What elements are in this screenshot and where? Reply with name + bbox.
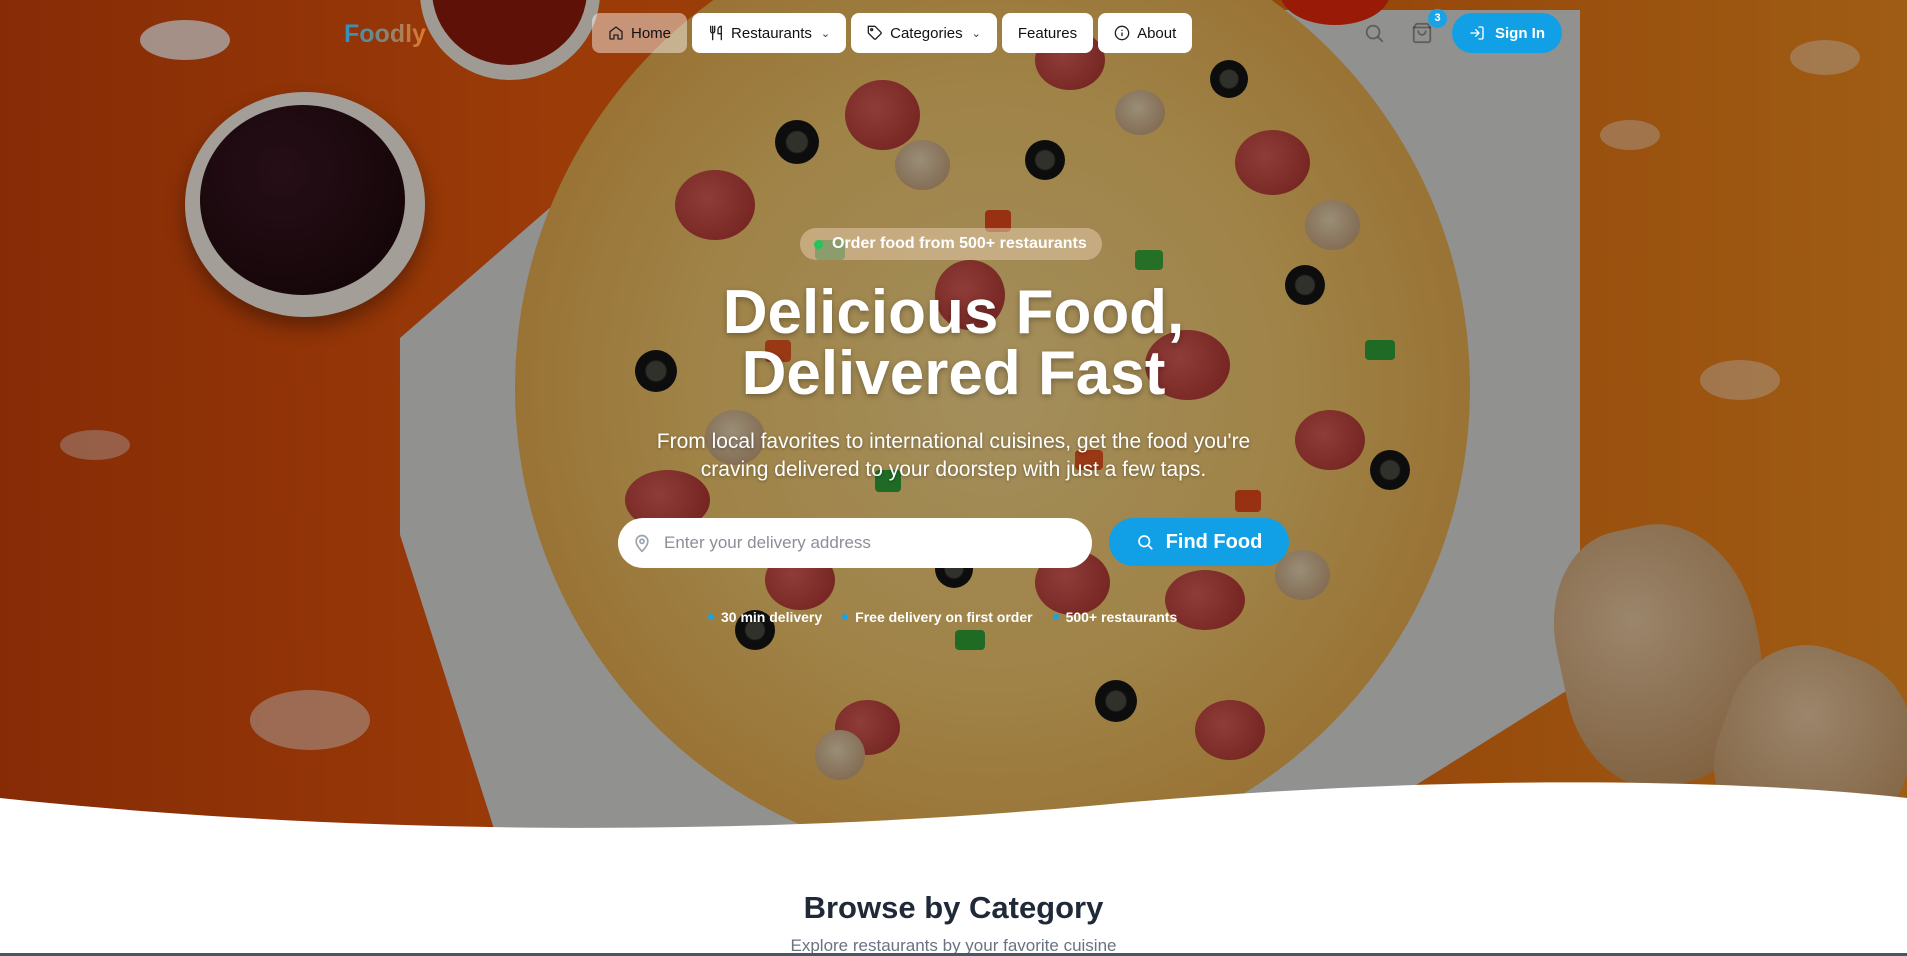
hero-subtitle: From local favorites to international cu…	[656, 430, 1251, 481]
map-pin-icon	[635, 534, 649, 553]
address-input[interactable]	[662, 532, 1066, 554]
nav-home-label: Home	[631, 24, 672, 42]
chevron-down-icon: ⌄	[971, 27, 981, 40]
search-icon	[1137, 535, 1153, 550]
nav-categories[interactable]: Categories ⌄	[851, 13, 997, 53]
bullet-dot	[1052, 614, 1059, 620]
hero-overlay	[0, 0, 1907, 830]
nav-restaurants[interactable]: Restaurants ⌄	[692, 13, 847, 53]
nav-features-label: Features	[1017, 24, 1078, 42]
feature-item: Free delivery on first order	[842, 609, 1033, 625]
feature-label: 500+ restaurants	[1065, 609, 1178, 625]
search-icon[interactable]	[1363, 22, 1385, 44]
find-food-button[interactable]: Find Food	[1109, 518, 1289, 566]
feature-label: 30 min delivery	[721, 609, 823, 625]
chevron-down-icon: ⌄	[820, 27, 831, 40]
tag-icon	[867, 25, 882, 40]
headline-line-1: Delicious Food,	[722, 278, 1185, 347]
main-nav: Home Restaurants ⌄ Categories ⌄ Features…	[592, 13, 1193, 53]
utensils-icon	[710, 25, 723, 41]
feature-label: Free delivery on first order	[855, 609, 1033, 625]
hero-wave-divider	[0, 782, 1907, 830]
hero-badge-text: Order food from 500+ restaurants	[832, 235, 1087, 252]
cart-icon[interactable]	[1411, 22, 1433, 44]
home-icon	[609, 26, 623, 40]
status-dot	[814, 239, 823, 249]
section-title: Browse by Category	[803, 890, 1104, 925]
feature-item: 30 min delivery	[708, 609, 822, 625]
nav-features[interactable]: Features	[1001, 13, 1094, 53]
hero-headline: Delicious Food, Delivered Fast	[0, 282, 1907, 405]
nav-about[interactable]: About	[1098, 13, 1193, 53]
brand-logo[interactable]: Foodly	[344, 20, 426, 49]
sign-in-button[interactable]: Sign In	[1452, 13, 1562, 53]
bullet-dot	[708, 614, 714, 620]
info-icon	[1114, 25, 1130, 41]
bullet-dot	[842, 614, 849, 620]
feature-item: 500+ restaurants	[1052, 609, 1178, 625]
nav-home[interactable]: Home	[592, 13, 688, 53]
cart-count-badge: 3	[1428, 9, 1447, 28]
headline-line-2: Delivered Fast	[741, 339, 1166, 408]
nav-about-label: About	[1137, 24, 1177, 42]
find-food-label: Find Food	[1165, 530, 1263, 553]
sign-in-label: Sign In	[1495, 24, 1545, 42]
nav-restaurants-label: Restaurants	[731, 24, 812, 42]
hero-section	[0, 0, 1907, 830]
nav-categories-label: Categories	[890, 24, 963, 42]
login-icon	[1470, 26, 1484, 40]
hero-features: 30 min delivery Free delivery on first o…	[708, 609, 1177, 625]
hero-badge: Order food from 500+ restaurants	[800, 228, 1102, 260]
address-field[interactable]	[618, 518, 1092, 568]
